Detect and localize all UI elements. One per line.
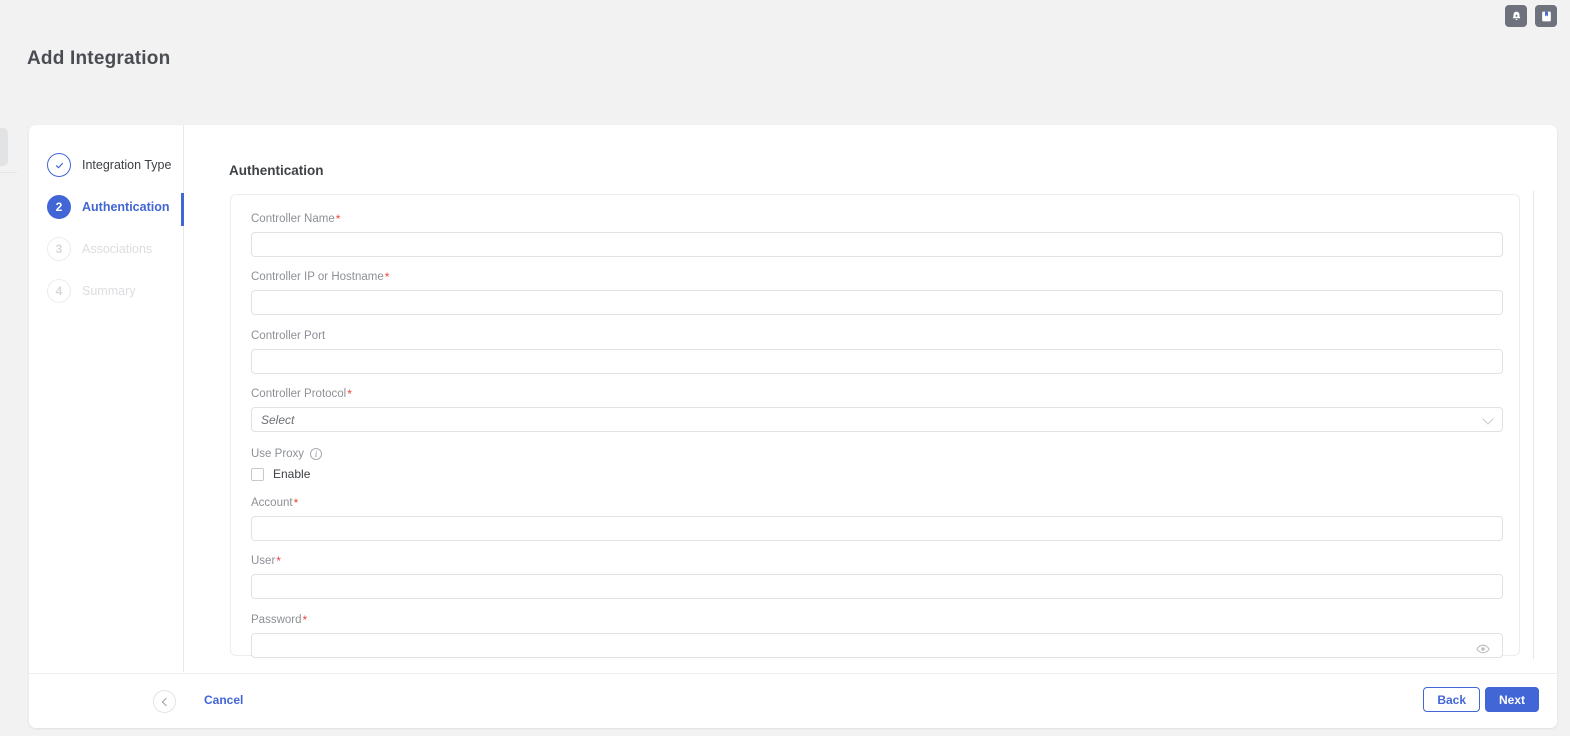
- required-asterisk: *: [276, 554, 281, 568]
- controller-port-input[interactable]: [251, 349, 1503, 374]
- info-icon[interactable]: i: [310, 448, 323, 460]
- field-label-text: User: [251, 555, 276, 567]
- controller-protocol-selected-value: Select: [261, 412, 295, 427]
- step-2-number: 2: [47, 195, 71, 219]
- field-label-text: Use Proxy: [251, 448, 305, 460]
- field-password: Password *: [251, 614, 1503, 658]
- field-label: Controller Name *: [251, 213, 1503, 225]
- field-label: Controller Port: [251, 330, 1503, 342]
- field-account: Account *: [251, 497, 1503, 541]
- panel-scroll-track[interactable]: [1533, 191, 1534, 659]
- sidebar-item-summary[interactable]: 4 Summary: [47, 278, 135, 304]
- wizard-stepper: Integration Type 2 Authentication 3 Asso…: [29, 125, 184, 672]
- required-asterisk: *: [293, 496, 299, 510]
- field-label-text: Password: [251, 614, 302, 626]
- password-input-wrapper: [251, 633, 1503, 658]
- left-drawer-divider: [0, 172, 17, 173]
- step-3-number: 3: [47, 237, 71, 261]
- use-proxy-label: Use Proxy i: [251, 448, 1503, 460]
- use-proxy-checkbox-label: Enable: [273, 467, 311, 481]
- step-4-number: 4: [47, 279, 71, 303]
- required-asterisk: *: [335, 212, 341, 226]
- field-controller-port: Controller Port: [251, 330, 1503, 374]
- next-button[interactable]: Next: [1484, 687, 1539, 712]
- authentication-pane: Authentication Controller Name * Controll…: [185, 125, 1557, 672]
- field-label-text: Account: [251, 497, 293, 509]
- sidebar-item-associations[interactable]: 3 Associations: [47, 236, 152, 262]
- field-controller-host: Controller IP or Hostname *: [251, 271, 1503, 315]
- field-label-text: Controller IP or Hostname: [251, 271, 384, 283]
- sidebar-item-integration-type[interactable]: Integration Type: [47, 152, 171, 178]
- required-asterisk: *: [347, 387, 352, 401]
- field-label: Controller Protocol *: [251, 388, 1503, 400]
- chevron-down-icon: [1482, 412, 1494, 425]
- top-bar: [0, 0, 1570, 30]
- step-1-check-icon: [47, 153, 71, 177]
- wizard-footer: Cancel Back Next: [29, 673, 1557, 728]
- controller-host-input[interactable]: [251, 290, 1503, 315]
- sidebar-item-authentication[interactable]: 2 Authentication: [47, 194, 170, 220]
- field-label: Password *: [251, 614, 1503, 626]
- page-bottom-edge: [0, 730, 1570, 736]
- controller-protocol-select[interactable]: Select: [251, 407, 1503, 432]
- field-label-text: Controller Port: [251, 330, 326, 342]
- required-asterisk: *: [302, 613, 308, 627]
- field-label-text: Controller Name: [251, 213, 335, 225]
- field-user: User *: [251, 555, 1503, 599]
- authentication-form-panel: Controller Name * Controller IP or Hostna…: [230, 194, 1520, 658]
- field-controller-protocol: Controller Protocol * Select: [251, 388, 1503, 432]
- use-proxy-checkbox-row[interactable]: Enable: [251, 467, 1503, 481]
- sidebar-item-label: Integration Type: [82, 158, 172, 172]
- sidebar-item-label: Associations: [82, 242, 153, 256]
- sidebar-item-label: Summary: [82, 284, 136, 298]
- active-step-marker: [181, 193, 184, 226]
- collapse-sidebar-button[interactable]: [153, 690, 176, 713]
- controller-name-input[interactable]: [251, 232, 1503, 257]
- left-drawer-handle[interactable]: [0, 128, 8, 166]
- field-label: User *: [251, 555, 1503, 567]
- chevron-left-icon: [161, 697, 170, 706]
- user-input[interactable]: [251, 574, 1503, 599]
- field-label-text: Controller Protocol: [251, 388, 347, 400]
- back-button[interactable]: Back: [1423, 687, 1480, 712]
- field-label: Account *: [251, 497, 1503, 509]
- password-input[interactable]: [251, 633, 1503, 658]
- required-asterisk: *: [384, 270, 390, 284]
- sidebar-item-label: Authentication: [82, 200, 170, 214]
- bookmark-icon[interactable]: [1535, 5, 1557, 27]
- show-password-eye-icon[interactable]: [1476, 641, 1490, 653]
- field-controller-name: Controller Name *: [251, 213, 1503, 257]
- notification-bell-icon[interactable]: [1505, 5, 1527, 27]
- use-proxy-checkbox[interactable]: [251, 467, 264, 481]
- field-label: Controller IP or Hostname *: [251, 271, 1503, 283]
- account-input[interactable]: [251, 516, 1503, 541]
- page-title: Add Integration: [27, 48, 171, 69]
- field-use-proxy: Use Proxy i Enable: [251, 448, 1503, 481]
- cancel-button[interactable]: Cancel: [204, 693, 243, 707]
- add-integration-card: Integration Type 2 Authentication 3 Asso…: [29, 125, 1557, 728]
- pane-heading: Authentication: [229, 163, 324, 178]
